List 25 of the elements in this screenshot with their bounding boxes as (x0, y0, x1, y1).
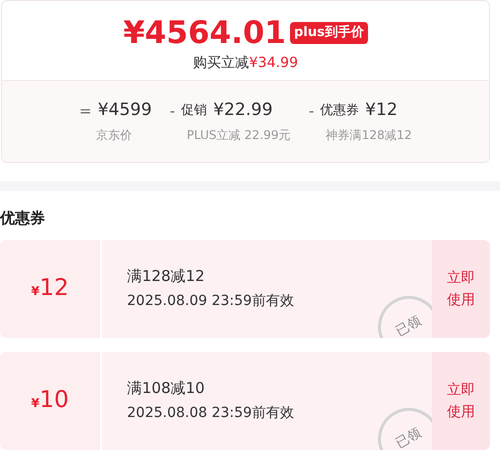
coupon-condition: 满128减12 (127, 266, 206, 287)
price-item-note: 神券满128减12 (324, 126, 412, 144)
coupon-amount: 10 (40, 386, 69, 416)
currency-symbol: ¥ (31, 282, 40, 300)
operator-sign: - (170, 100, 176, 122)
use-now-button[interactable]: 立即使用 (432, 240, 490, 338)
coupon-expiry: 2025.08.08 23:59前有效 (127, 404, 295, 424)
price-item-label: 优惠券 (320, 102, 360, 120)
use-now-button[interactable]: 立即使用 (432, 352, 490, 450)
discount-label: 购买立减 (193, 54, 249, 73)
coupon-amount: 12 (40, 274, 69, 304)
plus-price-badge: plus到手价 (290, 22, 368, 44)
price-item-label: 促销 (181, 102, 208, 120)
discount-amount: ¥34.99 (249, 54, 298, 73)
operator-sign: = (79, 100, 92, 122)
final-price: ¥4564.01 (123, 15, 286, 51)
coupon-condition: 满108减10 (127, 378, 206, 399)
price-item-value: ¥22.99 (213, 99, 273, 122)
coupon-expiry: 2025.08.09 23:59前有效 (127, 292, 295, 312)
price-item-note: 京东价 (95, 126, 134, 144)
operator-sign: - (308, 100, 314, 122)
currency-symbol: ¥ (31, 394, 40, 412)
price-item-note: PLUS立减 22.99元 (186, 126, 291, 144)
price-item-value: ¥4599 (98, 99, 152, 122)
price-item-value: ¥12 (365, 99, 398, 122)
